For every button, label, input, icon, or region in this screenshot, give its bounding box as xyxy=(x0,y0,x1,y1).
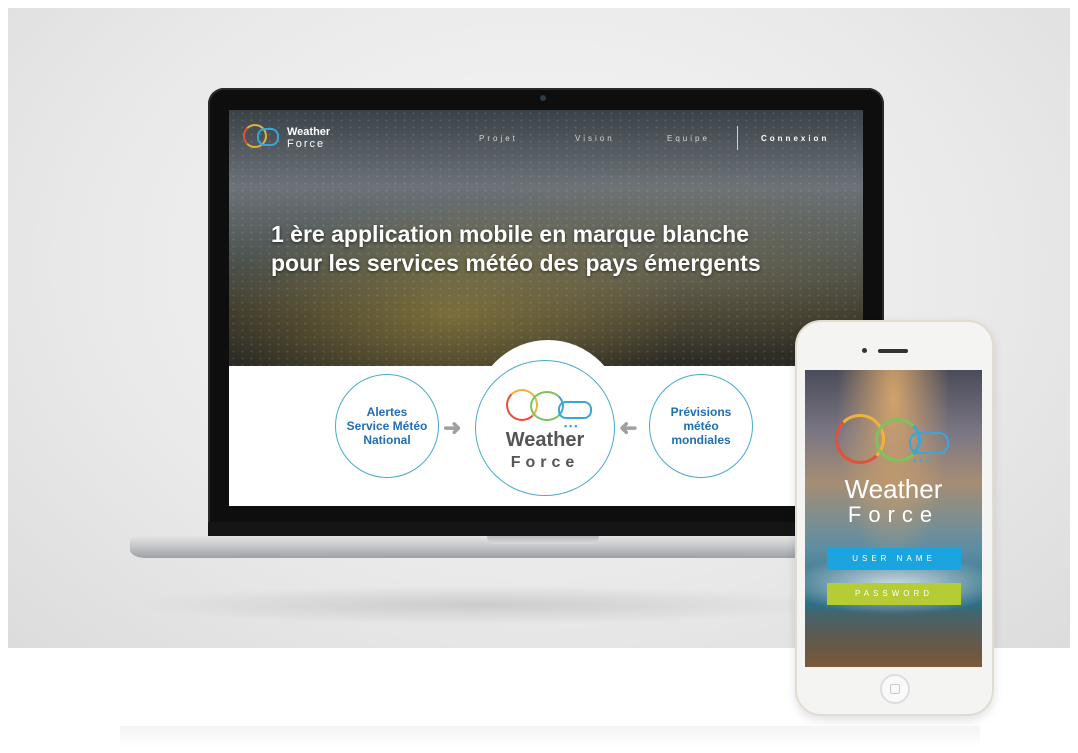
laptop-screen: Weather Force Projet Vision Equipe Conne… xyxy=(229,110,863,506)
site-logo[interactable]: Weather Force xyxy=(243,122,373,154)
headline-line-2: pour les services météo des pays émergen… xyxy=(271,250,761,276)
laptop-notch xyxy=(487,536,599,544)
hero-headline: 1 ère application mobile en marque blanc… xyxy=(271,220,841,278)
phone-front-camera xyxy=(862,348,867,353)
headline-line-1: 1 ère application mobile en marque blanc… xyxy=(271,221,750,247)
logo-text-weather: Weather xyxy=(287,126,331,138)
nav-link-projet[interactable]: Projet xyxy=(479,134,518,143)
laptop-shadow xyxy=(130,585,830,625)
logo-text-force: Force xyxy=(287,138,326,150)
circle-left-line-2: Service Météo xyxy=(346,419,428,433)
phone-screen: ••• Weather Force USER NAME PASSWORD xyxy=(805,370,982,667)
beach-sand xyxy=(805,610,982,667)
nav-divider xyxy=(737,126,738,150)
nav-login-link[interactable]: Connexion xyxy=(761,134,829,143)
circle-right-line-3: mondiales xyxy=(671,433,731,447)
circle-national-alerts: Alertes Service Météo National xyxy=(335,374,439,478)
logo-cloud-icon xyxy=(558,401,592,419)
phone-speaker xyxy=(878,349,908,353)
phone-logo-weather: Weather xyxy=(844,474,943,504)
username-field[interactable]: USER NAME xyxy=(827,548,961,570)
circle-right-line-1: Prévisions xyxy=(670,405,732,419)
center-logo-icon: ••• xyxy=(506,389,596,431)
circle-left-line-3: National xyxy=(363,433,411,447)
phone-logo-raindrops-icon: ••• xyxy=(913,456,933,467)
laptop-camera xyxy=(540,95,546,101)
phone-home-button[interactable] xyxy=(880,674,910,704)
center-logo-force: Force xyxy=(510,454,580,471)
logo-cloud-icon xyxy=(257,128,279,146)
arrow-right-icon: ➜ xyxy=(443,415,462,440)
circle-weather-force-logo: ••• Weather Force xyxy=(475,360,615,496)
circle-right-line-2: météo xyxy=(683,419,719,433)
circle-global-forecasts: Prévisions météo mondiales xyxy=(649,374,753,478)
nav-link-equipe[interactable]: Equipe xyxy=(667,134,710,143)
phone-logo-cloud-icon xyxy=(909,432,949,454)
bottom-strip xyxy=(120,726,980,748)
site-navbar: Weather Force Projet Vision Equipe Conne… xyxy=(229,110,863,160)
center-logo-weather: Weather xyxy=(505,429,585,451)
circle-left-line-1: Alertes xyxy=(366,405,408,419)
arrow-left-icon: ➜ xyxy=(619,415,638,440)
password-field[interactable]: PASSWORD xyxy=(827,583,961,605)
phone-logo-force: Force xyxy=(847,502,940,527)
nav-link-vision[interactable]: Vision xyxy=(575,134,615,143)
